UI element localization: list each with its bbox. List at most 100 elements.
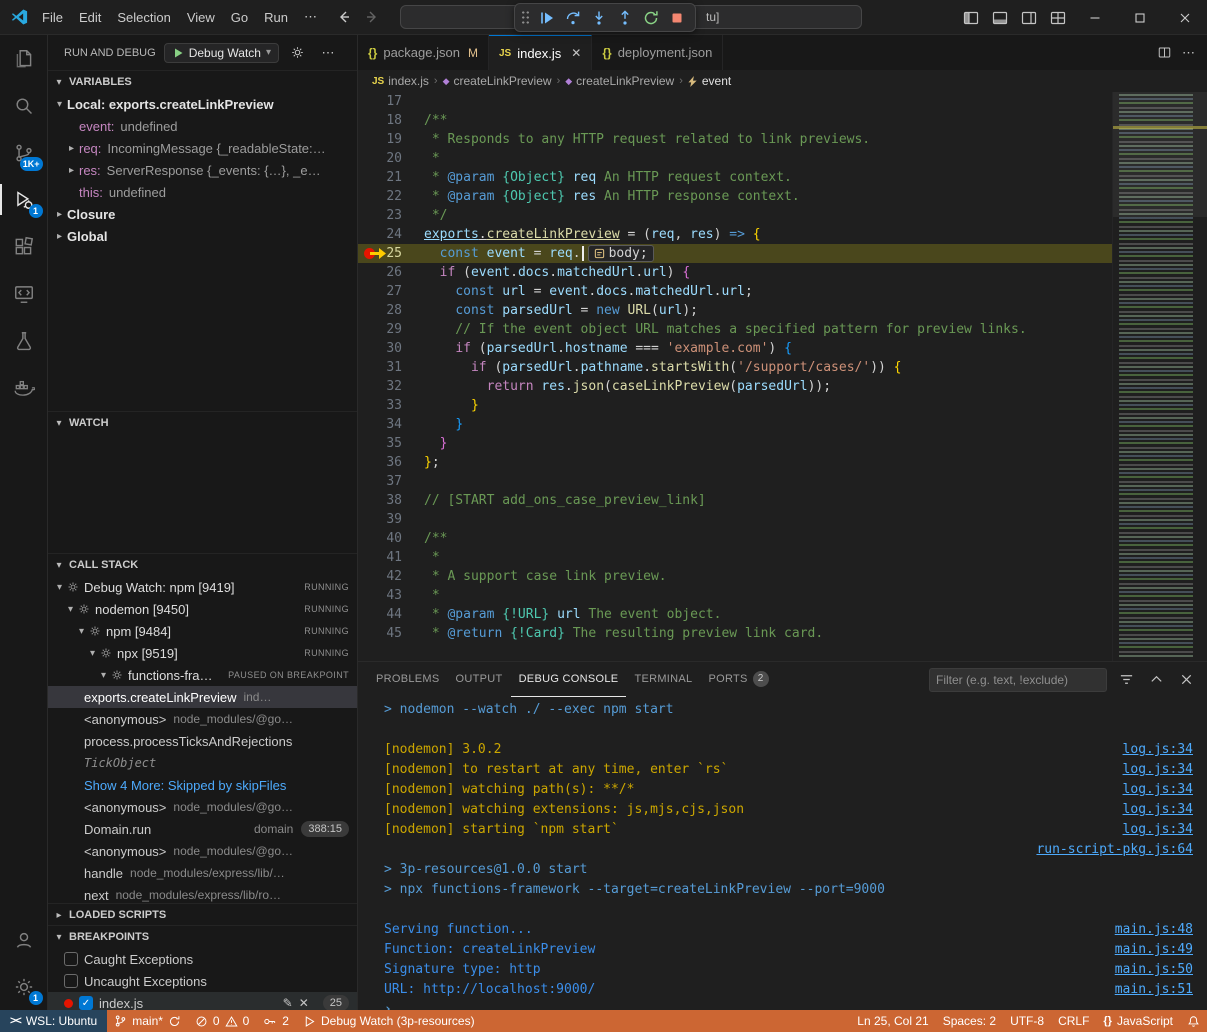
toggle-panel-icon[interactable]	[985, 4, 1014, 32]
customize-layout-icon[interactable]	[1043, 4, 1072, 32]
breadcrumb-item-createLinkPreview[interactable]: ◆createLinkPreview	[565, 74, 674, 88]
code-line[interactable]: 24exports.createLinkPreview = (req, res)…	[358, 225, 1112, 244]
inline-suggestion[interactable]: body;	[588, 245, 654, 262]
twistie-icon[interactable]: ▸	[64, 165, 79, 176]
restart-button[interactable]	[638, 5, 664, 31]
extensions-icon[interactable]	[0, 223, 48, 270]
console-input-row[interactable]: ›	[384, 1000, 1193, 1010]
console-filter-input[interactable]	[929, 668, 1107, 692]
debug-status[interactable]: Debug Watch (3p-resources)	[296, 1010, 482, 1032]
code-line[interactable]: 28 const parsedUrl = new URL(url);	[358, 301, 1112, 320]
testing-icon[interactable]	[0, 317, 48, 364]
stack-frame-row[interactable]: <anonymous>node_modules/@go…	[48, 708, 357, 730]
scope-row[interactable]: ▾Local: exports.createLinkPreview	[48, 93, 357, 115]
panel-tab-ports[interactable]: PORTS2	[700, 662, 776, 697]
step-over-button[interactable]	[560, 5, 586, 31]
scope-row[interactable]: ▸Global	[48, 225, 357, 247]
variable-row[interactable]: ▸req:IncomingMessage {_readableState:…	[48, 137, 357, 159]
twistie-icon[interactable]: ▸	[52, 231, 67, 242]
code-line[interactable]: 32 return res.json(caseLinkPreview(parse…	[358, 377, 1112, 396]
debug-launch-select[interactable]: Debug Watch ▾	[164, 43, 279, 63]
code-line[interactable]: 44 * @param {!URL} url The event object.	[358, 605, 1112, 624]
source-link[interactable]: main.js:50	[1115, 960, 1193, 980]
remove-breakpoint-icon[interactable]: ✕	[299, 996, 309, 1010]
toggle-secondary-sidebar-icon[interactable]	[1014, 4, 1043, 32]
code-line[interactable]: 45 * @return {!Card} The resulting previ…	[358, 624, 1112, 643]
code-line[interactable]: 36};	[358, 453, 1112, 472]
code-line[interactable]: 19 * Responds to any HTTP request relate…	[358, 130, 1112, 149]
breakpoint-checkbox[interactable]: ✓	[79, 996, 93, 1010]
step-out-button[interactable]	[612, 5, 638, 31]
explorer-icon[interactable]	[0, 35, 48, 82]
eol-setting[interactable]: CRLF	[1051, 1010, 1096, 1032]
forward-button[interactable]	[359, 5, 385, 29]
breadcrumb-item-event[interactable]: event	[688, 74, 731, 88]
problems-indicator[interactable]: 0 0	[188, 1010, 256, 1032]
code-line[interactable]: 18/**	[358, 111, 1112, 130]
twistie-icon[interactable]: ▸	[64, 143, 79, 154]
watch-section-header[interactable]: ▾WATCH	[48, 412, 357, 434]
ports-indicator[interactable]: 2	[256, 1010, 296, 1032]
breadcrumb-item-createLinkPreview[interactable]: ◆createLinkPreview	[443, 74, 552, 88]
code-line[interactable]: 38// [START add_ons_case_preview_link]	[358, 491, 1112, 510]
call-stack-thread-row[interactable]: ▾Debug Watch: npm [9419]RUNNING	[48, 576, 357, 598]
twistie-icon[interactable]: ▾	[74, 626, 89, 637]
code-line[interactable]: 42 * A support case link preview.	[358, 567, 1112, 586]
code-line[interactable]: 41 *	[358, 548, 1112, 567]
minimap-viewport[interactable]	[1113, 92, 1207, 217]
code-line[interactable]: 37	[358, 472, 1112, 491]
indentation-setting[interactable]: Spaces: 2	[936, 1010, 1003, 1032]
code-line[interactable]: 31 if (parsedUrl.pathname.startsWith('/s…	[358, 358, 1112, 377]
language-mode[interactable]: {}JavaScript	[1096, 1010, 1180, 1032]
menu-file[interactable]: File	[34, 6, 71, 29]
source-link[interactable]: main.js:49	[1115, 940, 1193, 960]
run-and-debug-icon[interactable]: 1	[0, 176, 48, 223]
source-link[interactable]: log.js:34	[1123, 820, 1193, 840]
current-execution-line[interactable]: 25 const event = req.body;	[358, 244, 1112, 263]
close-tab-icon[interactable]: ✕	[571, 46, 581, 60]
breakpoint-row[interactable]: Caught Exceptions	[48, 948, 357, 970]
panel-tab-debug-console[interactable]: DEBUG CONSOLE	[511, 662, 627, 697]
menu-edit[interactable]: Edit	[71, 6, 109, 29]
code-line[interactable]: 27 const url = event.docs.matchedUrl.url…	[358, 282, 1112, 301]
close-panel-icon[interactable]	[1175, 669, 1197, 691]
breadcrumb-item-index.js[interactable]: JSindex.js	[372, 74, 429, 88]
encoding-setting[interactable]: UTF-8	[1003, 1010, 1051, 1032]
twistie-icon[interactable]: ▾	[85, 648, 100, 659]
stack-frame-row[interactable]: <anonymous>node_modules/@go…	[48, 796, 357, 818]
twistie-icon[interactable]: ▾	[96, 670, 111, 681]
menu-[interactable]: ⋯	[296, 5, 325, 29]
code-line[interactable]: 17	[358, 92, 1112, 111]
code-line[interactable]: 29 // If the event object URL matches a …	[358, 320, 1112, 339]
filter-icon[interactable]	[1115, 669, 1137, 691]
source-link[interactable]: run-script-pkg.js:64	[1036, 840, 1193, 860]
minimize-button[interactable]	[1072, 0, 1117, 35]
twistie-icon[interactable]: ▾	[52, 582, 67, 593]
twistie-icon[interactable]: ▸	[52, 209, 67, 220]
toggle-sidebar-icon[interactable]	[956, 4, 985, 32]
twistie-icon[interactable]: ▾	[63, 604, 78, 615]
twistie-icon[interactable]: ▾	[52, 99, 67, 110]
maximize-panel-icon[interactable]	[1145, 669, 1167, 691]
stack-frame-row[interactable]: Domain.rundomain388:15	[48, 818, 357, 840]
tab-package.json[interactable]: {}package.jsonM	[358, 35, 489, 70]
code-line[interactable]: 26 if (event.docs.matchedUrl.url) {	[358, 263, 1112, 282]
tab-deployment.json[interactable]: {}deployment.json	[592, 35, 723, 70]
code-line[interactable]: 43 *	[358, 586, 1112, 605]
split-editor-icon[interactable]	[1157, 45, 1172, 60]
step-into-button[interactable]	[586, 5, 612, 31]
remote-indicator[interactable]: ><WSL: Ubuntu	[0, 1010, 107, 1032]
back-button[interactable]	[331, 5, 357, 29]
show-more-frames-link[interactable]: Show 4 More: Skipped by skipFiles	[48, 774, 357, 796]
variable-row[interactable]: ▸res:ServerResponse {_events: {…}, _e…	[48, 159, 357, 181]
tab-index.js[interactable]: JSindex.js✕	[489, 35, 592, 70]
stack-frame-row[interactable]: <anonymous>node_modules/@go…	[48, 840, 357, 862]
code-editor[interactable]: 1718/**19 * Responds to any HTTP request…	[358, 92, 1207, 661]
variables-section-header[interactable]: ▾VARIABLES	[48, 71, 357, 93]
edit-breakpoint-icon[interactable]: ✎	[283, 996, 293, 1010]
breakpoint-checkbox[interactable]	[64, 974, 78, 988]
call-stack-thread-row[interactable]: ▾npm [9484]RUNNING	[48, 620, 357, 642]
breakpoint-current-frame-icon[interactable]	[364, 247, 390, 260]
menu-view[interactable]: View	[179, 6, 223, 29]
notifications-bell[interactable]	[1180, 1010, 1207, 1032]
